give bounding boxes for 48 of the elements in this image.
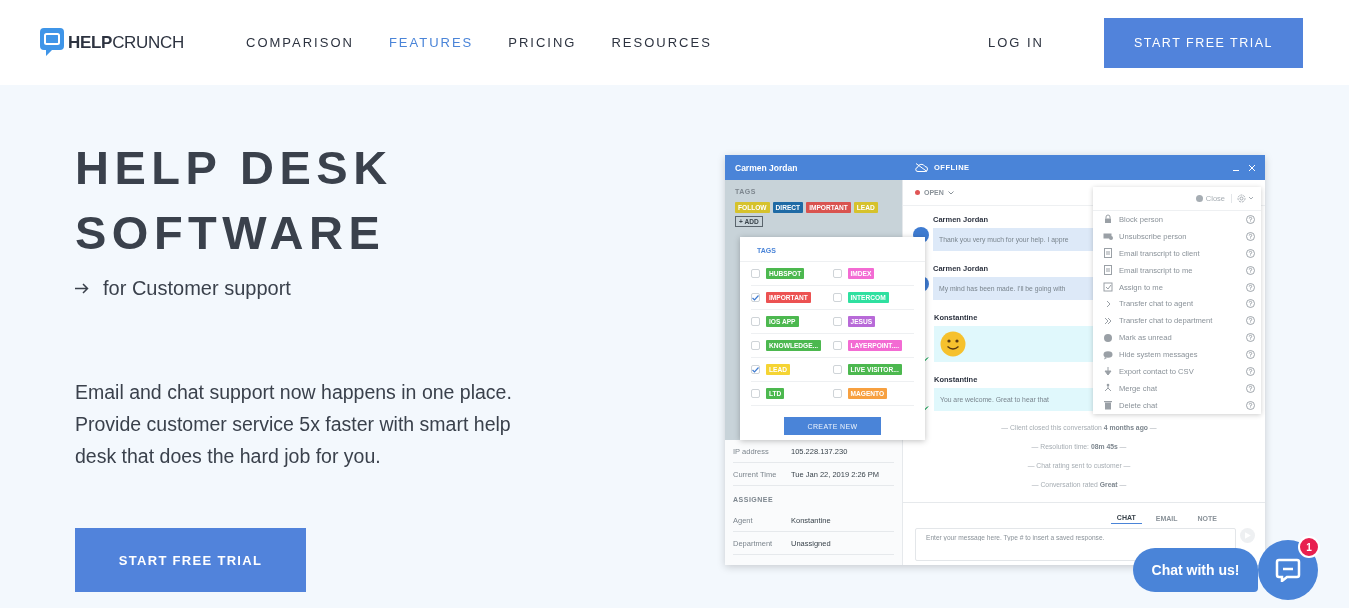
checkbox[interactable] <box>751 365 760 374</box>
settings-icon[interactable] <box>1237 194 1255 203</box>
hero-title: HELP DESK SOFTWARE <box>75 140 394 261</box>
help-icon[interactable] <box>1246 350 1255 360</box>
smiley-icon <box>940 331 966 357</box>
help-icon[interactable] <box>1246 316 1255 326</box>
help-icon[interactable] <box>1246 383 1255 393</box>
help-icon[interactable] <box>1246 248 1255 258</box>
menu-item-icon <box>1103 214 1113 225</box>
chat-invite-button[interactable]: Chat with us! <box>1133 548 1258 592</box>
chat-bubble-icon <box>1275 558 1301 582</box>
chat-bubble-logo-icon <box>40 28 64 57</box>
help-icon[interactable] <box>1246 231 1255 241</box>
help-icon[interactable] <box>1246 333 1255 343</box>
nav-link[interactable]: COMPARISON <box>246 35 354 50</box>
status-dot <box>915 190 920 195</box>
hero-subtitle: for Customer support <box>103 277 291 300</box>
menu-item-icon <box>1103 400 1113 411</box>
checkbox[interactable] <box>751 293 760 302</box>
close-icon[interactable] <box>1249 164 1255 171</box>
help-icon[interactable] <box>1246 265 1255 275</box>
help-icon[interactable] <box>1246 400 1255 410</box>
chevron-down-icon[interactable] <box>947 190 954 195</box>
login-link[interactable]: LOG IN <box>987 35 1044 50</box>
menu-item-icon <box>1103 265 1113 276</box>
help-icon[interactable] <box>1246 282 1255 292</box>
help-icon[interactable] <box>1246 214 1255 224</box>
help-icon[interactable] <box>1246 299 1255 309</box>
cloud-off-icon <box>915 163 928 172</box>
nav-link[interactable]: PRICING <box>508 35 577 50</box>
nav-link[interactable]: FEATURES <box>388 35 474 50</box>
logo-wordmark[interactable]: HELPCRUNCH <box>68 32 184 53</box>
menu-item-icon <box>1103 282 1113 292</box>
contact-name: Carmen Jordan <box>734 162 799 173</box>
menu-item-icon <box>1103 315 1113 326</box>
help-icon[interactable] <box>1246 366 1255 376</box>
hero-description: Email and chat support now happens in one place. Provide customer service 5x faster with smart help desk that does the hard job for you. <box>75 380 513 469</box>
menu-item-icon <box>1103 366 1113 377</box>
menu-item-icon <box>1103 349 1113 360</box>
start-trial-button[interactable]: START FREE TRIAL <box>75 528 306 592</box>
close-circle-icon <box>1195 195 1203 202</box>
menu-item-icon <box>1103 231 1113 242</box>
menu-item-icon <box>1103 383 1113 394</box>
menu-item-icon <box>1103 332 1113 343</box>
nav-link[interactable]: RESOURCES <box>611 35 712 50</box>
arrow-right-icon <box>75 283 89 294</box>
menu-item-icon <box>1103 248 1113 259</box>
start-trial-button[interactable]: START FREE TRIAL <box>1104 17 1303 68</box>
